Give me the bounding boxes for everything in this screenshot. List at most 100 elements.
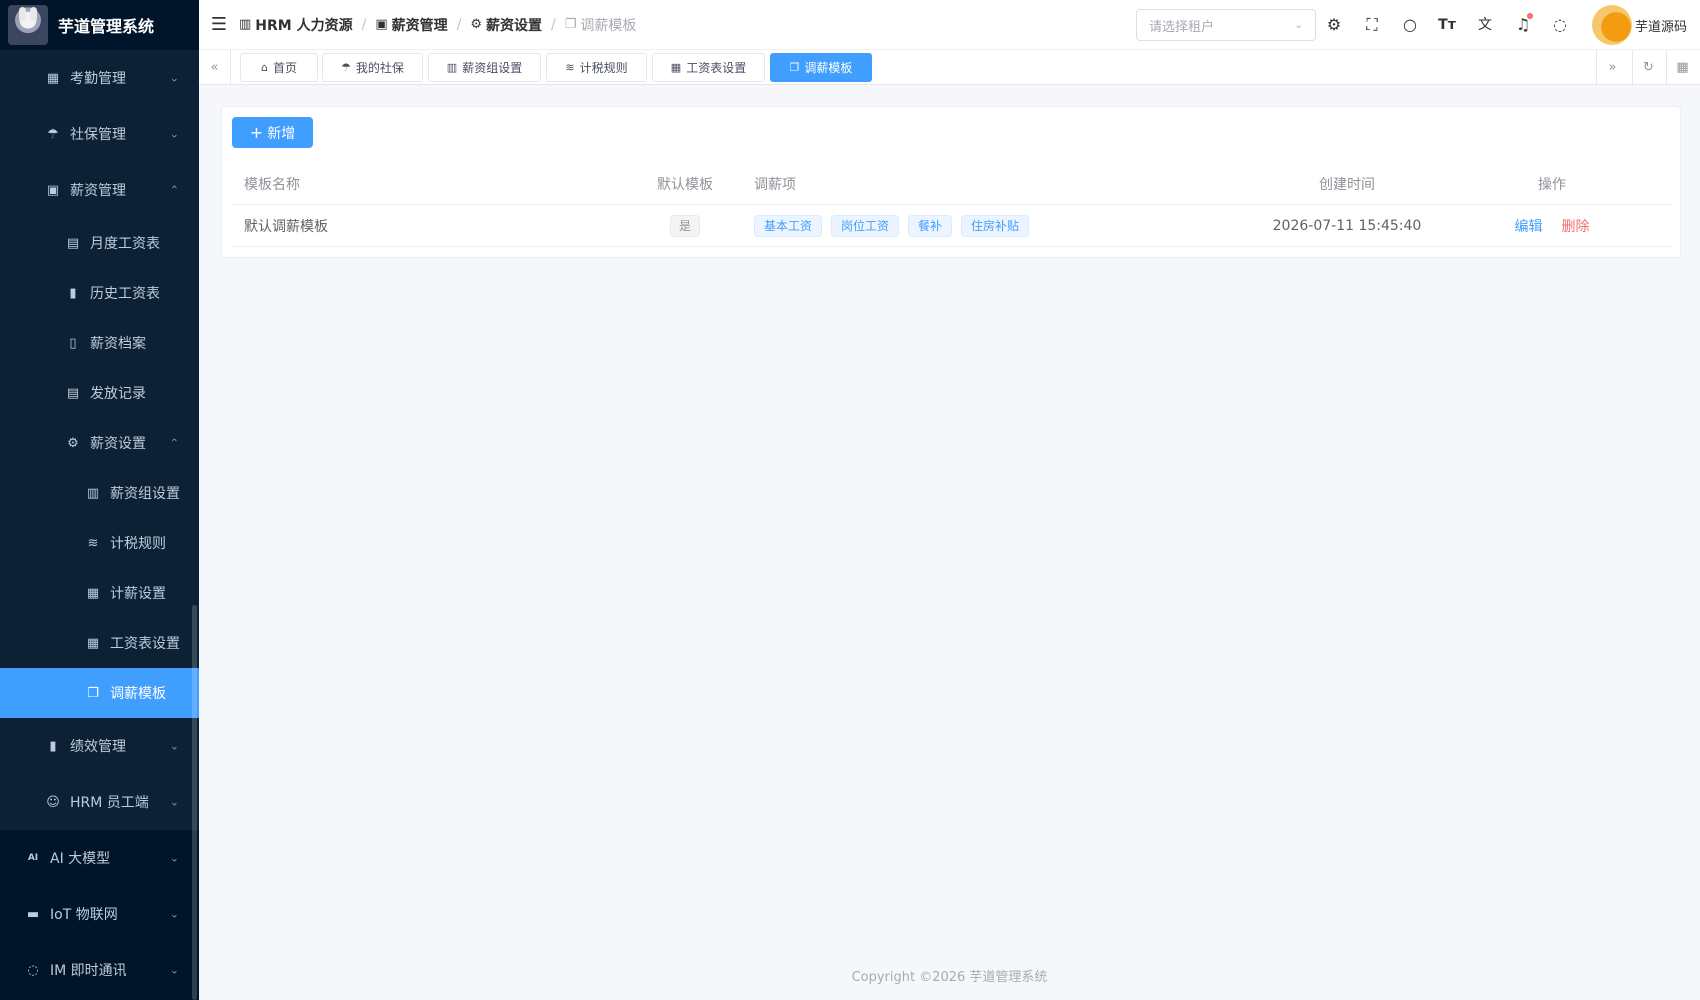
- chat-icon: ◌: [27, 962, 39, 978]
- sidebar-item-social-security[interactable]: ☂ 社保管理 ⌄: [0, 106, 199, 162]
- sidebar-item-label: 薪资管理: [70, 183, 126, 199]
- actions-cell: 编辑 删除: [1492, 205, 1612, 246]
- sidebar-item-label: HRM 员工端: [70, 795, 149, 811]
- tab-label: 薪资组设置: [462, 61, 523, 75]
- sidebar-item-ai[interactable]: AI AI 大模型 ⌄: [0, 830, 199, 886]
- ai-icon: AI: [27, 853, 39, 863]
- item-tag: 基本工资: [754, 214, 823, 237]
- sidebar-item-label: 考勤管理: [70, 71, 126, 87]
- tab-home[interactable]: ⌂ 首页: [240, 53, 318, 82]
- fullscreen-icon[interactable]: ⛶: [1360, 13, 1384, 37]
- sidebar-item-salary-settings[interactable]: ⚙ 薪资设置 ⌃: [0, 418, 199, 468]
- sidebar-item-tax-rules[interactable]: ≋ 计税规则: [0, 518, 199, 568]
- money-icon: ▣: [46, 182, 60, 198]
- money-icon: ▣: [375, 17, 388, 32]
- hamburger-icon[interactable]: ☰: [199, 14, 239, 35]
- sidebar-item-label: AI 大模型: [50, 851, 111, 867]
- sidebar-item-attendance[interactable]: ▦ 考勤管理 ⌄: [0, 50, 199, 106]
- sidebar-item-label: 历史工资表: [90, 286, 160, 302]
- sidebar: 芋道管理系统 ▦ 考勤管理 ⌄ ☂ 社保管理 ⌄ ▣ 薪资管理 ⌃ ▤ 月度工资…: [0, 0, 199, 1000]
- chevron-down-icon: ⌄: [1294, 19, 1303, 31]
- search-icon[interactable]: ○: [1398, 13, 1422, 37]
- sidebar-item-history-payroll[interactable]: ▮ 历史工资表: [0, 268, 199, 318]
- sidebar-item-salary-archive[interactable]: ▯ 薪资档案: [0, 318, 199, 368]
- record-icon: ▤: [66, 385, 80, 401]
- font-size-icon[interactable]: Tт: [1435, 13, 1459, 37]
- user-icon: ☺: [46, 794, 60, 810]
- refresh-icon[interactable]: ↻: [1632, 50, 1664, 84]
- gear-icon: ⚙: [67, 435, 79, 451]
- double-chevron-right-icon[interactable]: »: [1596, 50, 1628, 84]
- sidebar-item-im[interactable]: ◌ IM 即时通讯 ⌄: [0, 942, 199, 998]
- item-tag: 岗位工资: [831, 214, 900, 237]
- grid-menu-icon[interactable]: ▦: [1666, 50, 1698, 84]
- top-header: ☰ ▥ HRM 人力资源 / ▣ 薪资管理 / ⚙ 薪资设置 / ❐ 调薪模板 …: [199, 0, 1700, 50]
- sidebar-item-salary-group[interactable]: ▥ 薪资组设置: [0, 468, 199, 518]
- plus-icon: +: [249, 123, 264, 142]
- bell-icon[interactable]: ♫: [1511, 13, 1535, 37]
- column-header-actions: 操作: [1538, 177, 1566, 193]
- building-icon: ▥: [446, 61, 458, 74]
- tab-label: 首页: [272, 61, 297, 75]
- tab-tax-rules[interactable]: ≋ 计税规则: [546, 53, 647, 82]
- sidebar-item-payment-records[interactable]: ▤ 发放记录: [0, 368, 199, 418]
- sidebar-item-salary[interactable]: ▣ 薪资管理 ⌃: [0, 162, 199, 218]
- database-icon: ≋: [565, 61, 575, 74]
- sidebar-item-label: 计薪设置: [110, 586, 166, 602]
- sidebar-item-pay-settings[interactable]: ▦ 计薪设置: [0, 568, 199, 618]
- gear-icon[interactable]: ⚙: [1322, 13, 1346, 37]
- bar-chart-icon: ▮: [69, 285, 77, 301]
- tenant-select[interactable]: 请选择租户 ⌄: [1136, 9, 1316, 41]
- tab-label: 工资表设置: [686, 61, 747, 75]
- home-icon: ⌂: [261, 61, 268, 74]
- tab-salary-adjust-template[interactable]: ❐ 调薪模板: [770, 53, 872, 82]
- edit-button[interactable]: 编辑: [1515, 216, 1543, 236]
- item-tag: 住房补贴: [961, 214, 1030, 237]
- sidebar-item-salary-adjust-template[interactable]: ❐ 调薪模板: [0, 668, 199, 718]
- tags-view: « ⌂ 首页 ☂ 我的社保 ▥ 薪资组设置 ≋ 计税规则 ▦ 工资表设置 ❐ 调…: [199, 50, 1700, 85]
- breadcrumb-item-salary[interactable]: ▣ 薪资管理: [375, 15, 447, 35]
- chevron-up-icon: ⌃: [169, 436, 179, 450]
- copy-icon: ❐: [87, 685, 99, 701]
- footer-copyright: Copyright ©2026 芋道管理系统: [851, 970, 1048, 985]
- delete-button[interactable]: 删除: [1562, 216, 1590, 236]
- sidebar-item-performance[interactable]: ▮ 绩效管理 ⌄: [0, 718, 199, 774]
- breadcrumb-item-hrm[interactable]: ▥ HRM 人力资源: [239, 15, 353, 35]
- tab-label: 计税规则: [579, 61, 628, 75]
- add-button[interactable]: + 新增: [232, 117, 313, 148]
- notification-dot: [1527, 13, 1533, 19]
- sidebar-item-monthly-payroll[interactable]: ▤ 月度工资表: [0, 218, 199, 268]
- double-chevron-left-icon[interactable]: «: [199, 50, 231, 84]
- sidebar-item-label: 社保管理: [70, 127, 126, 143]
- bar-chart-icon: ▮: [49, 738, 57, 754]
- copy-icon: ❐: [789, 61, 800, 74]
- sidebar-scrollbar[interactable]: [192, 605, 197, 1000]
- grid-icon: ▦: [670, 61, 682, 74]
- gear-icon: ⚙: [470, 17, 482, 32]
- template-table: 模板名称 默认模板 调薪项 创建时间 操作 默认调薪模板 是 基本工资 岗位工资…: [232, 164, 1672, 247]
- sidebar-item-label: 工资表设置: [110, 636, 180, 652]
- sidebar-item-payroll-settings[interactable]: ▦ 工资表设置: [0, 618, 199, 668]
- tab-salary-group[interactable]: ▥ 薪资组设置: [428, 53, 541, 82]
- sidebar-item-hrm-employee[interactable]: ☺ HRM 员工端 ⌄: [0, 774, 199, 830]
- sidebar-item-label: 月度工资表: [90, 236, 160, 252]
- user-name[interactable]: 芋道源码: [1635, 16, 1687, 35]
- tab-payroll-settings[interactable]: ▦ 工资表设置: [652, 53, 765, 82]
- logo[interactable]: 芋道管理系统: [0, 0, 199, 50]
- database-icon: ≋: [87, 535, 99, 551]
- app-title: 芋道管理系统: [58, 17, 155, 36]
- hrm-submenu: ▦ 考勤管理 ⌄ ☂ 社保管理 ⌄ ▣ 薪资管理 ⌃ ▤ 月度工资表 ▮ 历史工…: [0, 50, 199, 830]
- document-icon: ▤: [66, 235, 80, 251]
- grid-icon: ▦: [86, 635, 100, 651]
- breadcrumb-item-salary-settings[interactable]: ⚙ 薪资设置: [470, 15, 542, 35]
- archive-icon: ▯: [69, 335, 77, 351]
- message-icon[interactable]: ◌: [1548, 13, 1572, 37]
- breadcrumb-separator: /: [551, 16, 556, 33]
- calendar-icon: ▦: [46, 70, 60, 86]
- sidebar-item-label: 薪资组设置: [110, 486, 180, 502]
- sidebar-item-iot[interactable]: ▬ IoT 物联网 ⌄: [0, 886, 199, 942]
- avatar[interactable]: [1592, 5, 1632, 45]
- tab-my-social-security[interactable]: ☂ 我的社保: [322, 53, 423, 82]
- translate-icon[interactable]: 文: [1473, 13, 1497, 37]
- item-tag: 餐补: [908, 214, 953, 237]
